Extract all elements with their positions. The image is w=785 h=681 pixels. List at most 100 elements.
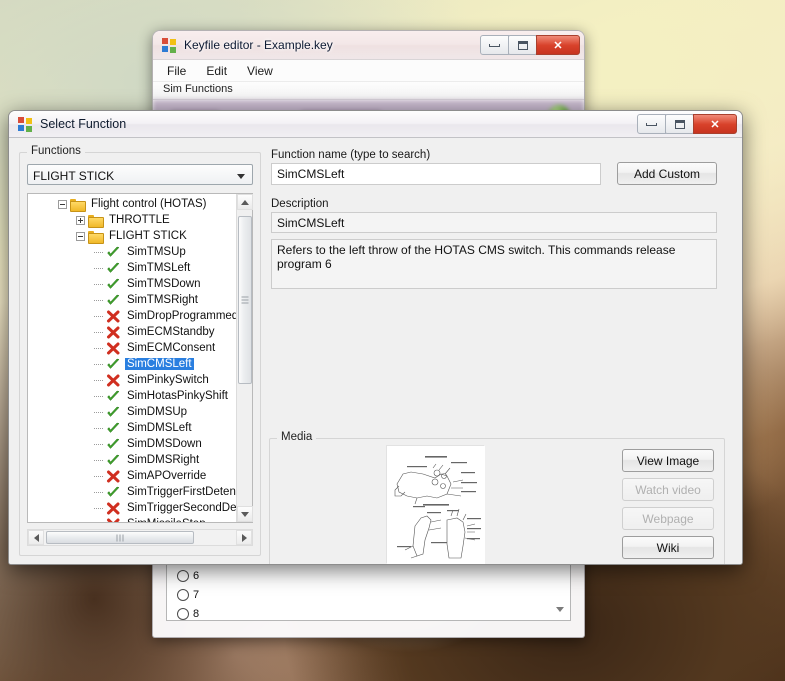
- tree-hscroll-thumb[interactable]: [46, 531, 194, 544]
- tree-item-label: SimTMSUp: [127, 246, 186, 258]
- tree-item-simdmsleft[interactable]: SimDMSLeft: [28, 420, 236, 436]
- scroll-left-button[interactable]: [28, 530, 44, 545]
- tree-item-simpinkyswitch[interactable]: SimPinkySwitch: [28, 372, 236, 388]
- webpage-button: Webpage: [622, 507, 714, 530]
- tree-item-simmissilestep[interactable]: SimMissileStep: [28, 516, 236, 522]
- key-index-radio-list[interactable]: 6 7 8: [166, 561, 571, 621]
- dialog-body: Functions FLIGHT STICK Flight control (H…: [9, 138, 742, 564]
- tree-horizontal-scrollbar[interactable]: [27, 529, 253, 546]
- close-button[interactable]: ✕: [693, 114, 737, 134]
- check-status: [106, 390, 121, 403]
- radio-icon[interactable]: [177, 607, 189, 620]
- cross-status: [106, 374, 121, 387]
- check-status: [106, 278, 121, 291]
- minimize-button[interactable]: [480, 35, 509, 55]
- list-item[interactable]: 8: [177, 604, 570, 620]
- check-icon: [107, 422, 120, 433]
- radio-icon[interactable]: [177, 569, 189, 582]
- tree-item-simtmsleft[interactable]: SimTMSLeft: [28, 260, 236, 276]
- function-tree[interactable]: Flight control (HOTAS) THROTTLE FLIGHT STI…: [27, 193, 253, 523]
- tree-item-label: SimDMSUp: [127, 406, 188, 418]
- tree-item-simecmconsent[interactable]: SimECMConsent: [28, 340, 236, 356]
- add-custom-button[interactable]: Add Custom: [617, 162, 717, 185]
- minimize-icon: [489, 43, 500, 47]
- tree-item-simtmsright[interactable]: SimTMSRight: [28, 292, 236, 308]
- media-thumbnail[interactable]: [386, 445, 485, 564]
- tree-item-label: SimDropProgrammed: [127, 310, 236, 322]
- list-item[interactable]: 6: [177, 566, 570, 585]
- tree-item-label: SimECMConsent: [127, 342, 216, 354]
- dialog-titlebar[interactable]: Select Function ✕: [9, 111, 742, 138]
- tree-item-simtriggerfirstdetent[interactable]: SimTriggerFirstDetent: [28, 484, 236, 500]
- folder-icon: [70, 198, 86, 212]
- cross-status: [106, 326, 121, 339]
- check-status: [106, 438, 121, 451]
- tree-item-label: SimTriggerFirstDetent: [127, 486, 236, 498]
- tree-item-simtmsdown[interactable]: SimTMSDown: [28, 276, 236, 292]
- scroll-up-button[interactable]: [237, 194, 253, 210]
- tree-item-label: THROTTLE: [109, 214, 170, 226]
- tree-item-simdmsup[interactable]: SimDMSUp: [28, 404, 236, 420]
- tree-item-simtriggerseconddete[interactable]: SimTriggerSecondDete: [28, 500, 236, 516]
- sim-functions-tab[interactable]: Sim Functions: [153, 82, 584, 100]
- folder-icon: [88, 230, 104, 244]
- maximize-button[interactable]: [508, 35, 537, 55]
- minimize-button[interactable]: [637, 114, 666, 134]
- wiki-button[interactable]: Wiki: [622, 536, 714, 559]
- cross-status: [106, 518, 121, 522]
- tree-item-throttle[interactable]: THROTTLE: [28, 212, 236, 228]
- close-button[interactable]: ✕: [536, 35, 580, 55]
- cross-icon: [107, 310, 120, 322]
- scroll-down-icon[interactable]: [556, 607, 564, 612]
- collapse-icon[interactable]: [58, 199, 67, 209]
- select-function-dialog[interactable]: Select Function ✕ Functions FLIGHT STICK…: [8, 110, 743, 565]
- folder-icon: [88, 214, 104, 228]
- scroll-right-button[interactable]: [236, 530, 252, 545]
- keyfile-window-buttons: ✕: [480, 35, 580, 55]
- dialog-window-buttons: ✕: [637, 114, 737, 134]
- expand-icon[interactable]: [76, 215, 85, 225]
- tree-scroll-thumb[interactable]: [238, 216, 252, 384]
- menu-item-edit[interactable]: Edit: [206, 64, 227, 78]
- tree-connector: [94, 519, 103, 522]
- tree-connector: [94, 247, 103, 257]
- list-item[interactable]: 7: [177, 585, 570, 604]
- tree-connector: [94, 487, 103, 497]
- tree-item-flight stick[interactable]: FLIGHT STICK: [28, 228, 236, 244]
- check-icon: [107, 406, 120, 417]
- collapse-icon[interactable]: [76, 231, 85, 241]
- tree-item-simdmsdown[interactable]: SimDMSDown: [28, 436, 236, 452]
- tree-item-simapoverride[interactable]: SimAPOverride: [28, 468, 236, 484]
- tree-item-simdmsright[interactable]: SimDMSRight: [28, 452, 236, 468]
- tree-item-label: SimTMSRight: [127, 294, 198, 306]
- tree-item-simecmstandby[interactable]: SimECMStandby: [28, 324, 236, 340]
- check-status: [106, 486, 121, 499]
- menu-item-view[interactable]: View: [247, 64, 273, 78]
- tree-connector: [94, 391, 103, 401]
- tree-connector: [94, 471, 103, 481]
- tree-item-flight control (hotas)[interactable]: Flight control (HOTAS): [28, 196, 236, 212]
- category-dropdown[interactable]: FLIGHT STICK: [27, 164, 253, 185]
- tree-vertical-scrollbar[interactable]: [236, 194, 253, 522]
- menu-item-file[interactable]: File: [167, 64, 186, 78]
- keyfile-editor-titlebar[interactable]: Keyfile editor - Example.key ✕: [153, 31, 584, 60]
- view-image-button[interactable]: View Image: [622, 449, 714, 472]
- triangle-down-icon: [241, 511, 249, 517]
- tree-item-simdropprogrammed[interactable]: SimDropProgrammed: [28, 308, 236, 324]
- scroll-down-button[interactable]: [237, 506, 253, 522]
- cross-status: [106, 470, 121, 483]
- description-short-value: SimCMSLeft: [277, 215, 345, 230]
- triangle-left-icon: [33, 533, 39, 542]
- tree-item-label: SimDMSRight: [127, 454, 200, 466]
- tree-item-simcmsleft[interactable]: SimCMSLeft: [28, 356, 236, 372]
- functions-group: Functions FLIGHT STICK Flight control (H…: [19, 145, 261, 556]
- function-tree-rows[interactable]: Flight control (HOTAS) THROTTLE FLIGHT STI…: [28, 194, 236, 522]
- radio-icon[interactable]: [177, 588, 189, 601]
- function-name-input[interactable]: SimCMSLeft: [271, 163, 601, 185]
- tree-item-simhotaspinkyshift[interactable]: SimHotasPinkyShift: [28, 388, 236, 404]
- tree-connector: [94, 375, 103, 385]
- tree-item-simtmsup[interactable]: SimTMSUp: [28, 244, 236, 260]
- chevron-down-icon: [237, 174, 245, 179]
- list-item-label: 8: [193, 607, 200, 620]
- maximize-button[interactable]: [665, 114, 694, 134]
